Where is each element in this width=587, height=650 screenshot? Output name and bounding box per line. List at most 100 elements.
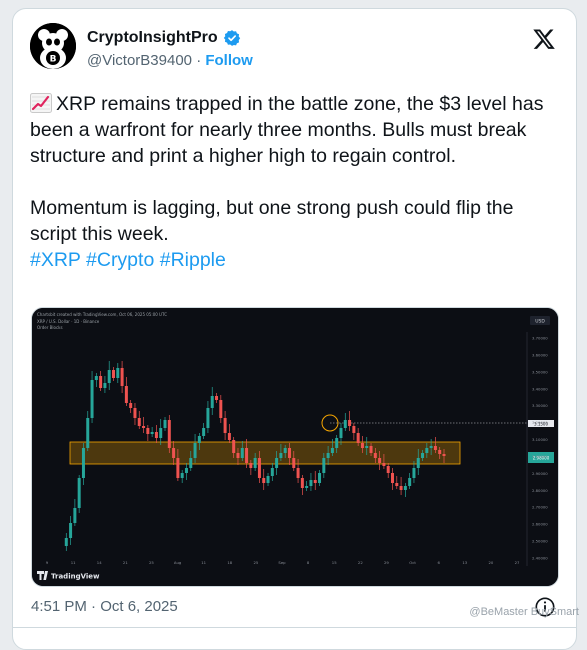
chart-image[interactable]: Chartsbit created with TradingView.com, … xyxy=(31,307,559,587)
separator: · xyxy=(196,52,202,69)
candle-body xyxy=(202,428,206,436)
y-tick-label: 3.20000 xyxy=(532,420,548,425)
divider xyxy=(13,627,576,628)
x-tick-label: 25 xyxy=(253,560,258,565)
order-block-zone xyxy=(69,441,461,465)
candle-body xyxy=(129,403,133,408)
candle-body xyxy=(313,480,317,483)
candle-body xyxy=(180,473,184,478)
candle-body xyxy=(236,453,240,458)
watermark: @BeMaster BuySmart xyxy=(469,606,579,618)
candle-body xyxy=(227,433,231,440)
hashtag-ripple[interactable]: #Ripple xyxy=(160,249,226,271)
candle-body xyxy=(69,523,73,538)
candle-body xyxy=(99,376,103,388)
candle-body xyxy=(77,478,81,508)
x-tick-label: 18 xyxy=(227,560,232,565)
x-tick-label: 14 xyxy=(97,560,102,565)
x-tick-label: 29 xyxy=(384,560,389,565)
y-tick-label: 2.50000 xyxy=(532,539,548,544)
candle-body xyxy=(215,396,219,400)
y-tick-label: 2.80000 xyxy=(532,488,548,493)
hashtag-xrp[interactable]: #XRP xyxy=(30,249,81,271)
candle-body xyxy=(270,468,274,476)
candle-body xyxy=(300,478,304,488)
svg-text:B: B xyxy=(50,55,57,65)
x-tick-label: 20 xyxy=(488,560,493,565)
tweet-paragraph-2: Momentum is lagging, but one strong push… xyxy=(30,197,519,245)
y-tick-label: 3.70000 xyxy=(532,336,548,341)
candle-body xyxy=(210,396,214,408)
x-tick-label: 27 xyxy=(515,560,520,565)
x-logo-icon[interactable] xyxy=(532,27,556,51)
avatar[interactable]: B xyxy=(30,23,76,69)
candle-body xyxy=(159,428,163,438)
candle-body xyxy=(172,448,176,458)
candle-body xyxy=(232,440,236,453)
candle-body xyxy=(124,386,128,403)
author-handle[interactable]: @VictorB39400 xyxy=(87,52,192,69)
candle-body xyxy=(103,383,107,388)
candle-body xyxy=(438,450,442,454)
x-tick-label: 21 xyxy=(123,560,128,565)
candle-body xyxy=(416,458,420,468)
candle-body xyxy=(296,468,300,478)
candle-body xyxy=(433,446,437,450)
candle-body xyxy=(262,478,266,483)
candle-body xyxy=(429,446,433,448)
candle-body xyxy=(330,448,334,453)
y-tick-label: 2.40000 xyxy=(532,556,548,561)
candle-body xyxy=(184,468,188,473)
currency-badge: USD xyxy=(535,319,545,325)
tweet-text: XRP remains trapped in the battle zone, … xyxy=(30,91,560,273)
candle-body xyxy=(335,438,339,448)
x-tick-label: 15 xyxy=(332,560,337,565)
candle-body xyxy=(386,466,390,473)
follow-button[interactable]: Follow xyxy=(205,52,253,69)
candle-body xyxy=(275,458,279,468)
candle-body xyxy=(219,400,223,418)
candle-body xyxy=(326,453,330,458)
tweet-timestamp[interactable]: 4:51 PM · Oct 6, 2025 xyxy=(31,598,178,615)
panda-avatar-icon: B xyxy=(30,23,76,69)
candle-body xyxy=(112,370,116,378)
candle-body xyxy=(360,443,364,448)
x-tick-label: Sep xyxy=(278,560,286,565)
candle-body xyxy=(318,473,322,483)
candle-body xyxy=(348,420,352,426)
candle-body xyxy=(154,432,158,438)
candle-body xyxy=(197,436,201,443)
y-tick-label: 2.60000 xyxy=(532,522,548,527)
candle-body xyxy=(189,458,193,468)
candle-body xyxy=(408,478,412,486)
candle-body xyxy=(73,508,77,523)
candle-body xyxy=(322,458,326,473)
x-tick-label: 25 xyxy=(149,560,154,565)
x-tick-label: 11 xyxy=(201,560,206,565)
y-tick-label: 2.70000 xyxy=(532,505,548,510)
x-tick-label: Oct xyxy=(409,560,416,565)
candle-body xyxy=(146,428,150,434)
candle-body xyxy=(137,418,141,426)
candle-body xyxy=(305,486,309,488)
display-name[interactable]: CryptoInsightPro xyxy=(87,29,218,47)
candle-body xyxy=(309,480,313,486)
candle-body xyxy=(90,380,94,418)
y-tick-label: 3.10000 xyxy=(532,437,548,442)
price-chart: Chartsbit created with TradingView.com, … xyxy=(32,308,558,586)
candle-body xyxy=(390,473,394,483)
candle-body xyxy=(378,458,382,463)
candle-body xyxy=(176,458,180,478)
candle-body xyxy=(94,376,98,380)
candle-body xyxy=(249,463,253,468)
candle-body xyxy=(395,483,399,486)
y-tick-label: 3.50000 xyxy=(532,369,548,374)
candle-body xyxy=(253,458,257,468)
y-tick-label: 3.60000 xyxy=(532,352,548,357)
candle-body xyxy=(193,443,197,458)
hashtag-crypto[interactable]: #Crypto xyxy=(86,249,154,271)
candle-body xyxy=(150,432,154,434)
candle-body xyxy=(403,486,407,490)
candle-body xyxy=(223,418,227,433)
y-tick-label: 3.30000 xyxy=(532,403,548,408)
